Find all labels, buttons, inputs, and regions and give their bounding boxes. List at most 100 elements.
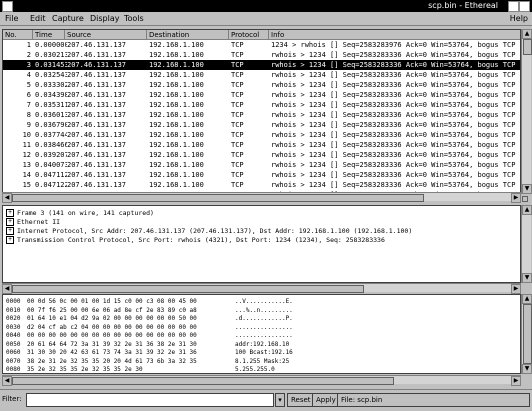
packet-cell-no: 13 (22, 161, 31, 169)
scroll-thumb[interactable] (12, 285, 364, 293)
packet-cell-time: 0.031453 (35, 61, 67, 69)
column-header-time[interactable]: Time (33, 30, 65, 40)
packet-cell-destination: 192.168.1.100 (149, 81, 204, 89)
packet-row[interactable]: 8 0.036013 207.46.131.137 192.168.1.100 TCP r… (3, 110, 520, 120)
packet-details-tree[interactable]: + Frame 3 (141 on wire, 141 captured) + Et… (2, 205, 521, 283)
hex-offset: 0000 (6, 298, 21, 305)
packet-row[interactable]: 5 0.033302 207.46.131.137 192.168.1.100 TCP r… (3, 80, 520, 90)
packet-cell-protocol: TCP (231, 51, 244, 59)
packet-cell-no: 10 (22, 131, 31, 139)
reset-button[interactable]: Reset (287, 393, 315, 407)
packet-cell-source: 207.46.131.137 (67, 171, 127, 179)
hex-dump-pane[interactable]: 0000 00 0d 56 0c 00 01 00 1d 15 c0 00 c3 … (2, 294, 521, 374)
packet-cell-info: rwhois > 1234 [] Seq=2583283336 Ack=0 Wi… (271, 141, 520, 149)
packet-cell-info: rwhois > 1234 [] Seq=2583283336 Ack=0 Wi… (271, 51, 520, 59)
tree-item-label: Internet Protocol, Src Addr: 207.46.131.… (17, 227, 413, 235)
packet-list[interactable]: No. Time Source Destination Protocol Inf… (2, 29, 521, 194)
packet-cell-info: rwhois > 1234 [] Seq=2583283336 Ack=0 Wi… (271, 71, 520, 79)
scroll-down-icon[interactable]: ▼ (522, 184, 532, 194)
tree-item-frame[interactable]: + Frame 3 (141 on wire, 141 captured) (6, 209, 154, 218)
apply-button[interactable]: Apply (312, 393, 340, 407)
tree-item-tcp[interactable]: + Transmission Control Protocol, Src Port… (6, 236, 385, 245)
tree-item-ip[interactable]: + Internet Protocol, Src Addr: 207.46.131… (6, 227, 412, 236)
packet-cell-no: 14 (22, 171, 31, 179)
column-header-info[interactable]: Info (269, 30, 520, 40)
scroll-thumb[interactable] (523, 39, 532, 55)
scroll-left-icon[interactable]: ◀ (2, 376, 12, 386)
packet-cell-no: 7 (26, 101, 31, 109)
hex-offset: 0060 (6, 349, 21, 356)
filter-input[interactable] (26, 393, 274, 407)
menu-display[interactable]: Display (90, 14, 120, 23)
packet-row[interactable]: 14 0.047112 207.46.131.137 192.168.1.100 TCP… (3, 170, 520, 180)
close-icon[interactable] (519, 1, 530, 12)
filter-dropdown-icon[interactable]: ▾ (275, 393, 285, 407)
scroll-down-icon[interactable]: ▼ (522, 273, 532, 283)
scroll-thumb[interactable] (12, 194, 424, 202)
packet-row[interactable]: 13 0.040073 207.46.131.137 192.168.1.100 TCP… (3, 160, 520, 170)
packet-row[interactable]: 6 0.034398 207.46.131.137 192.168.1.100 TCP r… (3, 90, 520, 100)
menu-tools[interactable]: Tools (124, 14, 144, 23)
hex-hscrollbar[interactable]: ◀ ▶ (2, 375, 521, 386)
column-header-protocol[interactable]: Protocol (229, 30, 269, 40)
minimize-icon[interactable] (508, 1, 519, 12)
window-menu-icon[interactable] (2, 1, 13, 12)
packet-row[interactable]: 9 0.036790 207.46.131.137 192.168.1.100 TCP r… (3, 120, 520, 130)
packet-cell-source: 207.46.131.137 (67, 181, 127, 189)
packet-row[interactable]: 7 0.035311 207.46.131.137 192.168.1.100 TCP r… (3, 100, 520, 110)
hex-offset: 0030 (6, 323, 21, 331)
packet-cell-protocol: TCP (231, 101, 244, 109)
hex-ascii: 8.1.255 Mask:25 (235, 357, 290, 365)
packet-row[interactable]: 3 0.031453 207.46.131.137 192.168.1.100 TCP r… (3, 60, 520, 70)
scroll-right-icon[interactable]: ▶ (511, 376, 521, 386)
scroll-thumb[interactable] (523, 304, 532, 364)
scroll-up-icon[interactable]: ▲ (522, 294, 532, 304)
packet-row[interactable]: 15 0.047122 207.46.131.137 192.168.1.100 TCP… (3, 180, 520, 190)
scroll-up-icon[interactable]: ▲ (522, 205, 532, 215)
scroll-right-icon[interactable]: ▶ (511, 284, 521, 294)
packet-cell-protocol: TCP (231, 141, 244, 149)
hex-ascii: 100 Bcast:192.16 (235, 349, 293, 356)
menu-help[interactable]: Help (510, 14, 528, 23)
scroll-left-icon[interactable]: ◀ (2, 193, 12, 203)
expand-icon[interactable]: + (6, 218, 14, 226)
packet-cell-info: rwhois > 1234 [] Seq=2583283336 Ack=0 Wi… (271, 171, 520, 179)
hex-offset: 0080 (6, 366, 21, 373)
filter-label: Filter: (2, 393, 22, 407)
details-vscrollbar[interactable]: ▲ ▼ (521, 205, 532, 283)
packet-cell-protocol: TCP (231, 111, 244, 119)
expand-icon[interactable]: + (6, 236, 14, 244)
column-header-destination[interactable]: Destination (147, 30, 229, 40)
scroll-left-icon[interactable]: ◀ (2, 284, 12, 294)
packet-cell-time: 0.038466 (35, 141, 67, 149)
packet-row[interactable]: 10 0.037744 207.46.131.137 192.168.1.100 TCP… (3, 130, 520, 140)
scroll-right-icon[interactable]: ▶ (511, 193, 521, 203)
packet-cell-time: 0.039207 (35, 151, 67, 159)
expand-icon[interactable]: + (6, 227, 14, 235)
menu-capture[interactable]: Capture (52, 14, 84, 23)
hex-vscrollbar[interactable]: ▲ ▼ (521, 294, 532, 374)
packet-cell-no: 11 (22, 141, 31, 149)
hex-ascii: .d............P. (235, 315, 293, 322)
column-header-source[interactable]: Source (65, 30, 147, 40)
expand-icon[interactable]: + (6, 209, 14, 217)
column-header-no[interactable]: No. (3, 30, 33, 40)
packet-row[interactable]: 12 0.039207 207.46.131.137 192.168.1.100 TCP… (3, 150, 520, 160)
hex-ascii: 5.255.255.0 (235, 366, 275, 373)
packet-row[interactable]: 2 0.030213 207.46.131.137 192.168.1.100 TCP r… (3, 50, 520, 60)
packet-cell-no: 2 (26, 51, 31, 59)
packet-list-vscrollbar[interactable]: ▲ ▼ (521, 29, 532, 194)
hex-ascii: ................ (235, 323, 293, 331)
packet-list-hscrollbar[interactable]: ◀ ▶ (2, 192, 521, 203)
scroll-thumb[interactable] (12, 377, 394, 385)
details-hscrollbar[interactable]: ◀ ▶ (2, 283, 521, 294)
tree-item-ethernet[interactable]: + Ethernet II (6, 218, 60, 227)
menu-edit[interactable]: Edit (30, 14, 46, 23)
packet-row[interactable]: 11 0.038466 207.46.131.137 192.168.1.100 TCP… (3, 140, 520, 150)
packet-row[interactable]: 4 0.032543 207.46.131.137 192.168.1.100 TCP r… (3, 70, 520, 80)
packet-row[interactable]: 1 0.000000 207.46.131.137 192.168.1.100 TCP 1… (3, 40, 520, 50)
scroll-up-icon[interactable]: ▲ (522, 29, 532, 39)
scroll-down-icon[interactable]: ▼ (522, 364, 532, 374)
pane-resize-grip[interactable] (522, 196, 528, 202)
menu-file[interactable]: File (5, 14, 18, 23)
